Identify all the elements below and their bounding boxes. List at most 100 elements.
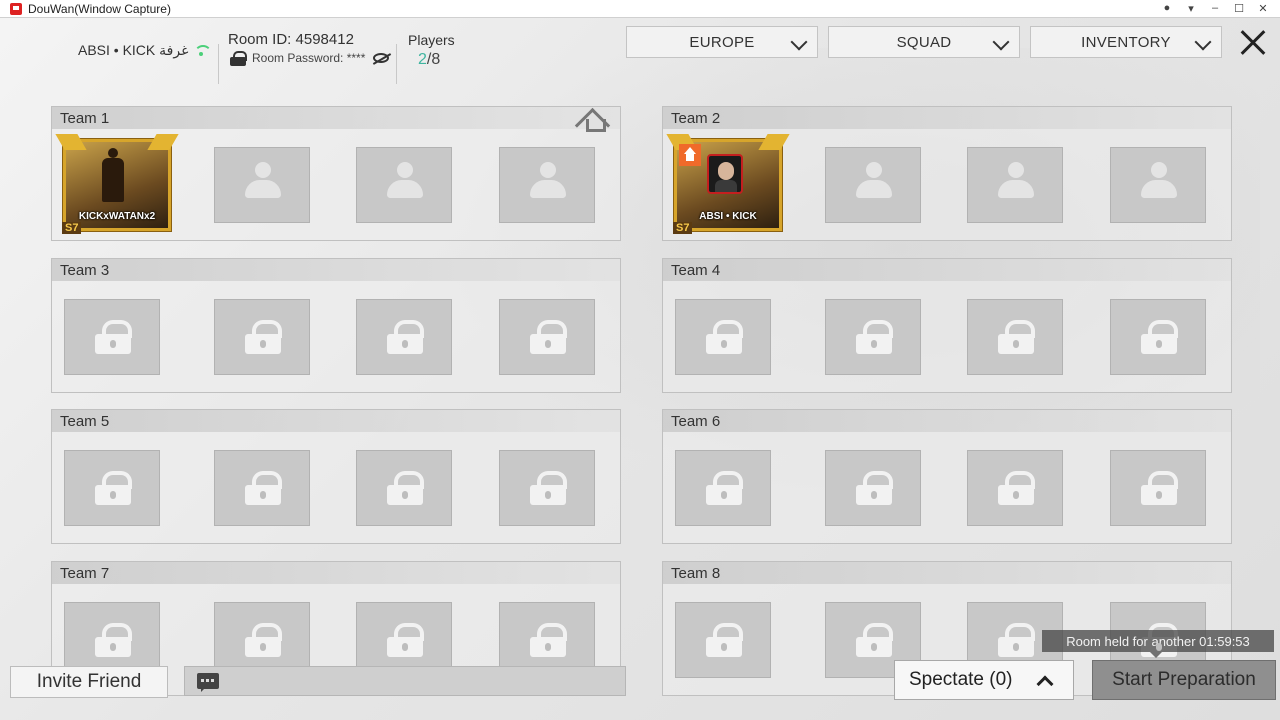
chevron-down-icon	[1194, 33, 1212, 51]
room-password: Room Password: ****	[230, 51, 390, 66]
close-room-icon[interactable]	[1236, 28, 1270, 58]
keyhole	[110, 340, 116, 348]
empty-slot[interactable]	[214, 147, 310, 223]
person-placeholder-icon	[385, 160, 425, 212]
lock-icon	[245, 623, 282, 659]
team-name: Team 1	[60, 109, 110, 127]
keyhole	[110, 491, 116, 499]
locked-slot[interactable]	[64, 450, 160, 526]
locked-slot[interactable]	[675, 299, 771, 375]
region-dropdown[interactable]: EUROPE	[626, 26, 818, 58]
room-lobby: ABSI • KICK غرفة Room ID: 4598412 Room P…	[0, 18, 1280, 720]
team-name: Team 2	[671, 109, 721, 127]
empty-slot[interactable]	[967, 147, 1063, 223]
close-window-icon[interactable]: ✕	[1256, 2, 1270, 15]
pin-icon[interactable]: ▾	[1184, 2, 1198, 15]
team-name: Team 7	[60, 564, 110, 582]
lock-icon	[230, 51, 247, 66]
empty-slot[interactable]	[499, 147, 595, 223]
empty-slot[interactable]	[825, 147, 921, 223]
mode-dropdown[interactable]: SQUAD	[828, 26, 1020, 58]
locked-slot[interactable]	[967, 450, 1063, 526]
inventory-value: INVENTORY	[1081, 33, 1171, 51]
person-placeholder-icon	[243, 160, 283, 212]
lock-icon	[856, 320, 893, 356]
team-name: Team 5	[60, 412, 110, 430]
lock-icon	[95, 320, 132, 356]
wifi-signal-icon	[194, 44, 213, 57]
locked-slot[interactable]	[825, 450, 921, 526]
eye-off-icon[interactable]	[373, 53, 390, 63]
locked-slot[interactable]	[967, 299, 1063, 375]
locked-slot[interactable]	[356, 299, 452, 375]
keyhole	[1156, 491, 1162, 499]
lock-icon	[530, 320, 567, 356]
person-placeholder-icon	[528, 160, 568, 212]
locked-slot[interactable]	[1110, 299, 1206, 375]
locked-slot[interactable]	[825, 299, 921, 375]
chat-input[interactable]	[184, 666, 626, 696]
maximize-icon[interactable]: ☐	[1232, 2, 1246, 15]
room-password-label: Room Password: ****	[252, 51, 366, 65]
season-badge: S7	[673, 222, 693, 234]
lock-icon	[245, 320, 282, 356]
lock-icon	[998, 623, 1035, 659]
keyhole	[1156, 643, 1162, 651]
locked-slot[interactable]	[675, 602, 771, 678]
locked-slot[interactable]	[1110, 450, 1206, 526]
keyhole	[721, 340, 727, 348]
person-placeholder-icon	[996, 160, 1036, 212]
team-panel: Team 1 KICKxWATANx2 S7	[51, 106, 621, 241]
team-name: Team 4	[671, 261, 721, 279]
user-icon[interactable]: ●	[1160, 2, 1174, 15]
lock-icon	[95, 471, 132, 507]
lock-icon	[530, 471, 567, 507]
empty-slot[interactable]	[1110, 147, 1206, 223]
players-max: /8	[426, 51, 441, 68]
empty-slot[interactable]	[356, 147, 452, 223]
frame-wing	[147, 134, 179, 150]
player-slot[interactable]: KICKxWATANx2 S7	[55, 134, 179, 234]
inventory-dropdown[interactable]: INVENTORY	[1030, 26, 1222, 58]
locked-slot[interactable]	[214, 450, 310, 526]
team-name: Team 6	[671, 412, 721, 430]
lock-icon	[706, 471, 743, 507]
host-house-icon	[679, 144, 701, 166]
team-panel: Team 2 ABSI • KICK S7	[662, 106, 1232, 241]
start-preparation-button[interactable]: Start Preparation	[1092, 660, 1276, 700]
keyhole	[1013, 340, 1019, 348]
keyhole	[402, 643, 408, 651]
chat-bubble-icon	[197, 673, 219, 692]
team-header: Team 7	[52, 562, 620, 584]
lock-icon	[998, 320, 1035, 356]
keyhole	[871, 643, 877, 651]
window-controls: ● ▾ – ☐ ✕	[1160, 2, 1270, 15]
divider	[396, 44, 397, 84]
spectate-label: Spectate (0)	[909, 669, 1013, 690]
region-value: EUROPE	[689, 33, 755, 51]
player-slot[interactable]: ABSI • KICK S7	[666, 134, 790, 234]
locked-slot[interactable]	[214, 299, 310, 375]
player-avatar	[707, 154, 743, 194]
locked-slot[interactable]	[499, 450, 595, 526]
players-label: Players	[408, 32, 455, 48]
divider	[218, 44, 219, 84]
keyhole	[402, 340, 408, 348]
spectate-button[interactable]: Spectate (0)	[894, 660, 1074, 700]
frame-wing	[55, 134, 87, 150]
locked-slot[interactable]	[675, 450, 771, 526]
team-panel: Team 3	[51, 258, 621, 393]
lock-icon	[95, 623, 132, 659]
player-name: ABSI • KICK	[699, 211, 757, 222]
home-icon[interactable]	[576, 107, 610, 132]
locked-slot[interactable]	[499, 299, 595, 375]
keyhole	[260, 643, 266, 651]
keyhole	[1013, 643, 1019, 651]
locked-slot[interactable]	[64, 299, 160, 375]
chevron-up-icon	[1036, 675, 1054, 693]
invite-friend-button[interactable]: Invite Friend	[10, 666, 168, 698]
minimize-icon[interactable]: –	[1208, 2, 1222, 15]
team-name: Team 8	[671, 564, 721, 582]
locked-slot[interactable]	[356, 450, 452, 526]
keyhole	[545, 643, 551, 651]
